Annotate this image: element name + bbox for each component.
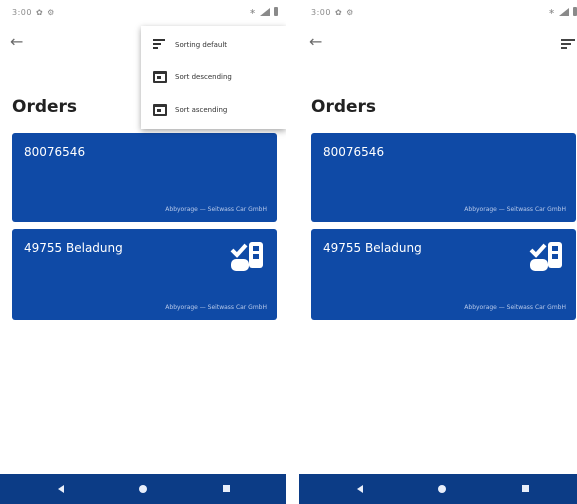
calendar-ascending-icon	[153, 104, 167, 116]
page-title: Orders	[311, 97, 377, 117]
sort-menu: Sorting default Sort descending Sort asc…	[141, 26, 286, 129]
bluetooth-icon: ∗	[548, 7, 555, 16]
order-subtitle: Abbyorage — Seitwass Car GmbH	[464, 304, 566, 311]
order-subtitle: Abbyorage — Seitwass Car GmbH	[464, 206, 566, 213]
back-button[interactable]	[355, 483, 367, 495]
page-title: Orders	[12, 97, 78, 117]
system-nav-bar	[299, 474, 577, 504]
phone-orders-list: 3:00 ✿ ⚙ ∗ ← Orders 80076546 Abbyorage — S…	[299, 0, 577, 504]
recents-button[interactable]	[520, 483, 532, 495]
back-button[interactable]	[56, 483, 68, 495]
order-number: 80076546	[323, 145, 385, 159]
signal-icon	[559, 7, 569, 16]
calendar-descending-icon	[153, 71, 167, 83]
order-number: 49755 Beladung	[323, 241, 422, 255]
settings-icon: ⚙	[47, 8, 55, 17]
order-number: 49755 Beladung	[24, 241, 123, 255]
status-left: 3:00 ✿ ⚙	[311, 8, 358, 17]
menu-item-label: Sort ascending	[175, 106, 228, 114]
back-arrow-icon[interactable]: ←	[309, 34, 325, 50]
battery-icon	[274, 7, 278, 16]
status-bar: 3:00 ✿ ⚙ ∗	[0, 0, 286, 22]
checked-mail-icon	[230, 242, 263, 271]
menu-item-label: Sort descending	[175, 73, 232, 81]
recents-button[interactable]	[221, 483, 233, 495]
screenshot-root: 3:00 ✿ ⚙ ∗ ← Orders 80076546 Abbyorage — S…	[0, 0, 577, 504]
order-card[interactable]: 49755 Beladung Abbyorage — Seitwass Car …	[311, 229, 576, 320]
menu-item-sort-descending[interactable]: Sort descending	[141, 61, 286, 93]
status-time: 3:00	[311, 8, 331, 17]
menu-item-sort-ascending[interactable]: Sort ascending	[141, 94, 286, 126]
order-subtitle: Abbyorage — Seitwass Car GmbH	[165, 206, 267, 213]
status-right: ∗	[249, 7, 278, 16]
settings-icon: ⚙	[346, 8, 354, 17]
status-bar: 3:00 ✿ ⚙ ∗	[299, 0, 577, 22]
battery-icon	[573, 7, 577, 16]
order-card[interactable]: 80076546 Abbyorage — Seitwass Car GmbH	[12, 133, 277, 222]
order-card[interactable]: 80076546 Abbyorage — Seitwass Car GmbH	[311, 133, 576, 222]
status-right: ∗	[548, 7, 577, 16]
sort-icon[interactable]	[561, 39, 575, 49]
menu-item-sort-default[interactable]: Sorting default	[141, 29, 286, 61]
notification-icon: ✿	[334, 8, 343, 17]
order-card[interactable]: 49755 Beladung Abbyorage — Seitwass Car …	[12, 229, 277, 320]
home-button[interactable]	[137, 483, 149, 495]
order-subtitle: Abbyorage — Seitwass Car GmbH	[165, 304, 267, 311]
bluetooth-icon: ∗	[249, 7, 256, 16]
home-button[interactable]	[436, 483, 448, 495]
signal-icon	[260, 7, 270, 16]
sort-lines-icon	[153, 39, 167, 51]
phone-with-sort-menu: 3:00 ✿ ⚙ ∗ ← Orders 80076546 Abbyorage — S…	[0, 0, 286, 504]
system-nav-bar	[0, 474, 286, 504]
back-arrow-icon[interactable]: ←	[10, 34, 26, 50]
status-time: 3:00	[12, 8, 32, 17]
status-left: 3:00 ✿ ⚙	[12, 8, 59, 17]
checked-mail-icon	[529, 242, 562, 271]
order-number: 80076546	[24, 145, 86, 159]
menu-item-label: Sorting default	[175, 41, 228, 49]
notification-icon: ✿	[35, 8, 44, 17]
